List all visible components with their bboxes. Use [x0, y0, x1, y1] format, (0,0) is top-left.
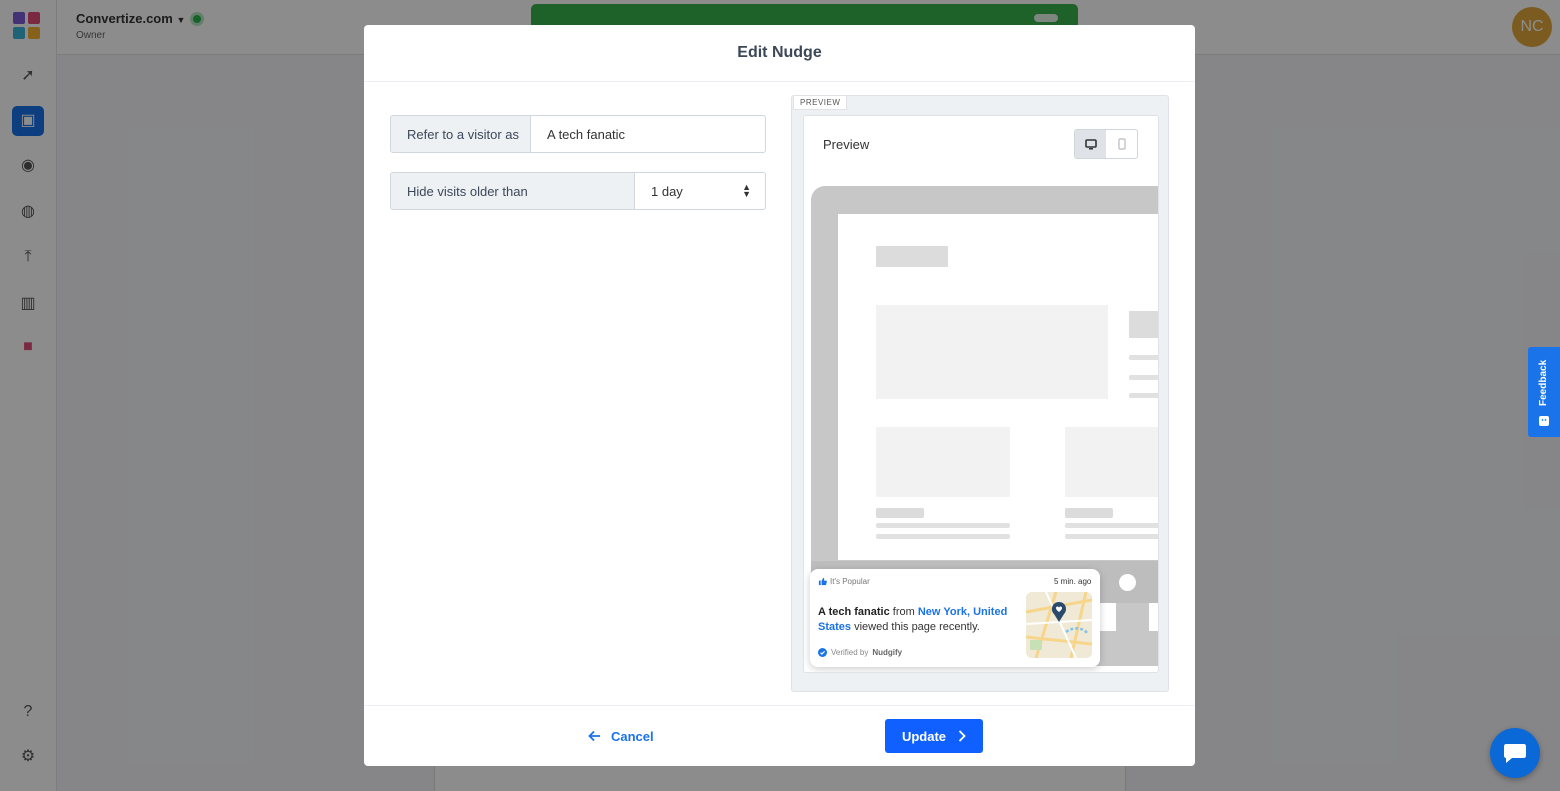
- preview-card: Preview It's Popular 5 min. ago A tech f…: [803, 115, 1159, 673]
- hide-visits-select[interactable]: 1 day ▲ ▼: [635, 173, 765, 209]
- hide-visits-label: Hide visits older than: [391, 173, 635, 209]
- desktop-icon: [1084, 138, 1097, 149]
- visitor-name-field: Refer to a visitor as A tech fanatic: [390, 115, 766, 153]
- thumbs-up-icon: [818, 577, 827, 586]
- chevron-right-icon: [958, 730, 966, 742]
- cancel-button[interactable]: Cancel: [588, 724, 654, 748]
- hide-visits-field: Hide visits older than 1 day ▲ ▼: [390, 172, 766, 210]
- nudge-message: A tech fanatic from New York, United Sta…: [818, 606, 1008, 633]
- device-toggle: [1074, 129, 1138, 159]
- website-mockup: [838, 214, 1158, 560]
- preview-title: Preview: [823, 137, 870, 152]
- chat-button[interactable]: [1490, 728, 1540, 778]
- edit-nudge-modal: Edit Nudge Refer to a visitor as A tech …: [364, 25, 1195, 766]
- mobile-preview-button[interactable]: [1106, 130, 1137, 158]
- modal-footer: [364, 705, 1195, 766]
- feedback-tab[interactable]: Feedback: [1528, 347, 1560, 437]
- visitor-name-input[interactable]: A tech fanatic: [531, 116, 765, 152]
- preview-panel: PREVIEW Preview It's Popular 5 min. ago …: [791, 95, 1169, 692]
- update-button[interactable]: Update: [885, 719, 983, 753]
- verified-check-icon: [818, 648, 827, 657]
- nudge-verified: Verified by Nudgify: [818, 648, 902, 657]
- visitor-name-label: Refer to a visitor as: [391, 116, 531, 152]
- desktop-preview-button[interactable]: [1075, 130, 1106, 158]
- select-arrows-icon: ▲ ▼: [742, 182, 751, 199]
- nudge-badge: It's Popular: [830, 577, 870, 586]
- mobile-icon: [1117, 138, 1126, 150]
- nudge-time: 5 min. ago: [1054, 577, 1092, 586]
- nudge-visitor: A tech fanatic: [818, 606, 890, 618]
- nudge-notification: It's Popular 5 min. ago A tech fanatic f…: [810, 569, 1100, 667]
- chat-bubble-icon: [1504, 744, 1526, 763]
- modal-title: Edit Nudge: [364, 25, 1195, 82]
- arrow-left-icon: [588, 730, 600, 742]
- preview-tag: PREVIEW: [793, 96, 848, 110]
- feedback-icon: [1539, 416, 1549, 426]
- map-icon: [1026, 592, 1092, 658]
